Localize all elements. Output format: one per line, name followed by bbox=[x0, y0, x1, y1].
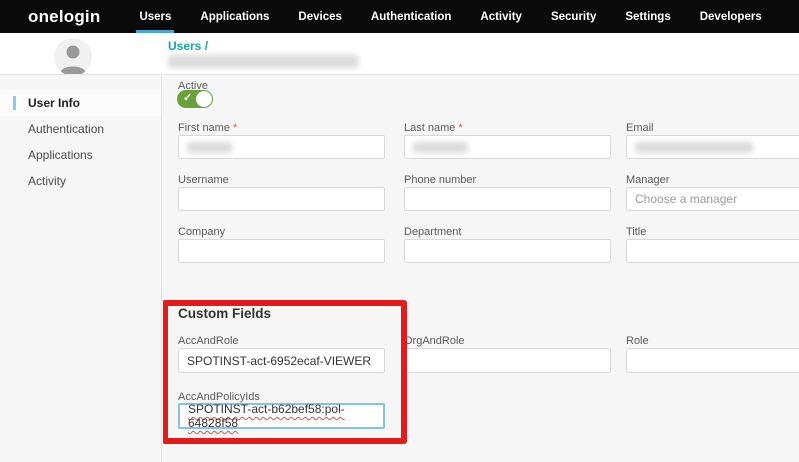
onelogin-logo[interactable]: onelogin bbox=[28, 0, 100, 33]
manager-label: Manager bbox=[626, 174, 669, 186]
nav-item-label: Users bbox=[139, 11, 171, 23]
manager-input[interactable] bbox=[626, 187, 799, 211]
email-input[interactable] bbox=[626, 135, 799, 159]
active-item-bar bbox=[13, 96, 16, 110]
company-label: Company bbox=[178, 226, 225, 238]
redacted-first-name bbox=[187, 142, 232, 153]
role-label: Role bbox=[626, 335, 649, 347]
department-input[interactable] bbox=[404, 239, 611, 263]
page-header: Users / bbox=[0, 33, 799, 75]
nav-items: Users Applications Devices Authenticatio… bbox=[136, 0, 787, 33]
first-name-input[interactable] bbox=[178, 135, 385, 159]
acc-and-policy-ids-value: SPOTINST-act-b62bef58:pol-64828f58 bbox=[188, 402, 375, 430]
sidebar-item-authentication[interactable]: Authentication bbox=[0, 116, 161, 142]
nav-item-label: Settings bbox=[625, 11, 670, 23]
redacted-user-name bbox=[168, 55, 358, 68]
nav-item-devices[interactable]: Devices bbox=[295, 0, 344, 33]
username-label: Username bbox=[178, 174, 229, 186]
nav-item-applications[interactable]: Applications bbox=[197, 0, 272, 33]
nav-item-label: Authentication bbox=[371, 11, 452, 23]
person-icon bbox=[54, 38, 92, 76]
nav-item-users[interactable]: Users bbox=[136, 0, 174, 33]
sidebar-item-label: Activity bbox=[28, 174, 66, 188]
phone-number-label: Phone number bbox=[404, 174, 476, 186]
title-input[interactable] bbox=[626, 239, 799, 263]
sidebar-item-label: Applications bbox=[28, 148, 93, 162]
active-tab-underline bbox=[136, 30, 174, 33]
sidebar-item-applications[interactable]: Applications bbox=[0, 142, 161, 168]
nav-item-settings[interactable]: Settings bbox=[622, 0, 673, 33]
title-label: Title bbox=[626, 226, 646, 238]
acc-and-role-value: SPOTINST-act-6952ecaf-VIEWER bbox=[187, 354, 371, 368]
org-and-role-label: OrgAndRole bbox=[404, 335, 465, 347]
sidebar-item-activity[interactable]: Activity bbox=[0, 168, 161, 194]
email-label: Email bbox=[626, 122, 654, 134]
nav-item-label: Devices bbox=[298, 11, 341, 23]
nav-item-label: Developers bbox=[700, 11, 762, 23]
breadcrumb[interactable]: Users / bbox=[168, 39, 208, 53]
acc-and-policy-ids-input[interactable]: SPOTINST-act-b62bef58:pol-64828f58 bbox=[178, 403, 385, 429]
custom-fields-heading: Custom Fields bbox=[178, 306, 271, 321]
check-icon: ✓ bbox=[183, 91, 192, 104]
username-input[interactable] bbox=[178, 187, 385, 211]
last-name-label: Last name* bbox=[404, 122, 463, 134]
toggle-knob bbox=[196, 91, 212, 107]
nav-item-label: Applications bbox=[200, 11, 269, 23]
nav-item-security[interactable]: Security bbox=[548, 0, 599, 33]
org-and-role-input[interactable] bbox=[404, 348, 611, 373]
required-asterisk: * bbox=[233, 122, 237, 134]
nav-item-developers[interactable]: Developers bbox=[697, 0, 765, 33]
acc-and-role-input[interactable]: SPOTINST-act-6952ecaf-VIEWER bbox=[178, 348, 385, 373]
sidebar-item-label: User Info bbox=[28, 96, 80, 110]
first-name-label: First name* bbox=[178, 122, 237, 134]
redacted-last-name bbox=[413, 142, 468, 153]
top-nav-bar: onelogin Users Applications Devices Auth… bbox=[0, 0, 799, 33]
sidebar-item-user-info[interactable]: User Info bbox=[0, 90, 161, 116]
nav-item-activity[interactable]: Activity bbox=[477, 0, 525, 33]
user-info-form: Active ✓ First name* Last name* Email Us… bbox=[163, 76, 799, 462]
nav-item-label: Activity bbox=[480, 11, 522, 23]
department-label: Department bbox=[404, 226, 461, 238]
redacted-email bbox=[635, 142, 753, 153]
last-name-input[interactable] bbox=[404, 135, 611, 159]
role-input[interactable] bbox=[626, 348, 799, 373]
active-toggle[interactable]: ✓ bbox=[177, 90, 213, 108]
sidebar-item-label: Authentication bbox=[28, 122, 104, 136]
nav-item-authentication[interactable]: Authentication bbox=[368, 0, 455, 33]
required-asterisk: * bbox=[458, 122, 462, 134]
user-avatar bbox=[54, 38, 92, 76]
nav-item-label: Security bbox=[551, 11, 596, 23]
sidebar: User Info Authentication Applications Ac… bbox=[0, 76, 162, 462]
phone-number-input[interactable] bbox=[404, 187, 611, 211]
acc-and-role-label: AccAndRole bbox=[178, 335, 239, 347]
company-input[interactable] bbox=[178, 239, 385, 263]
